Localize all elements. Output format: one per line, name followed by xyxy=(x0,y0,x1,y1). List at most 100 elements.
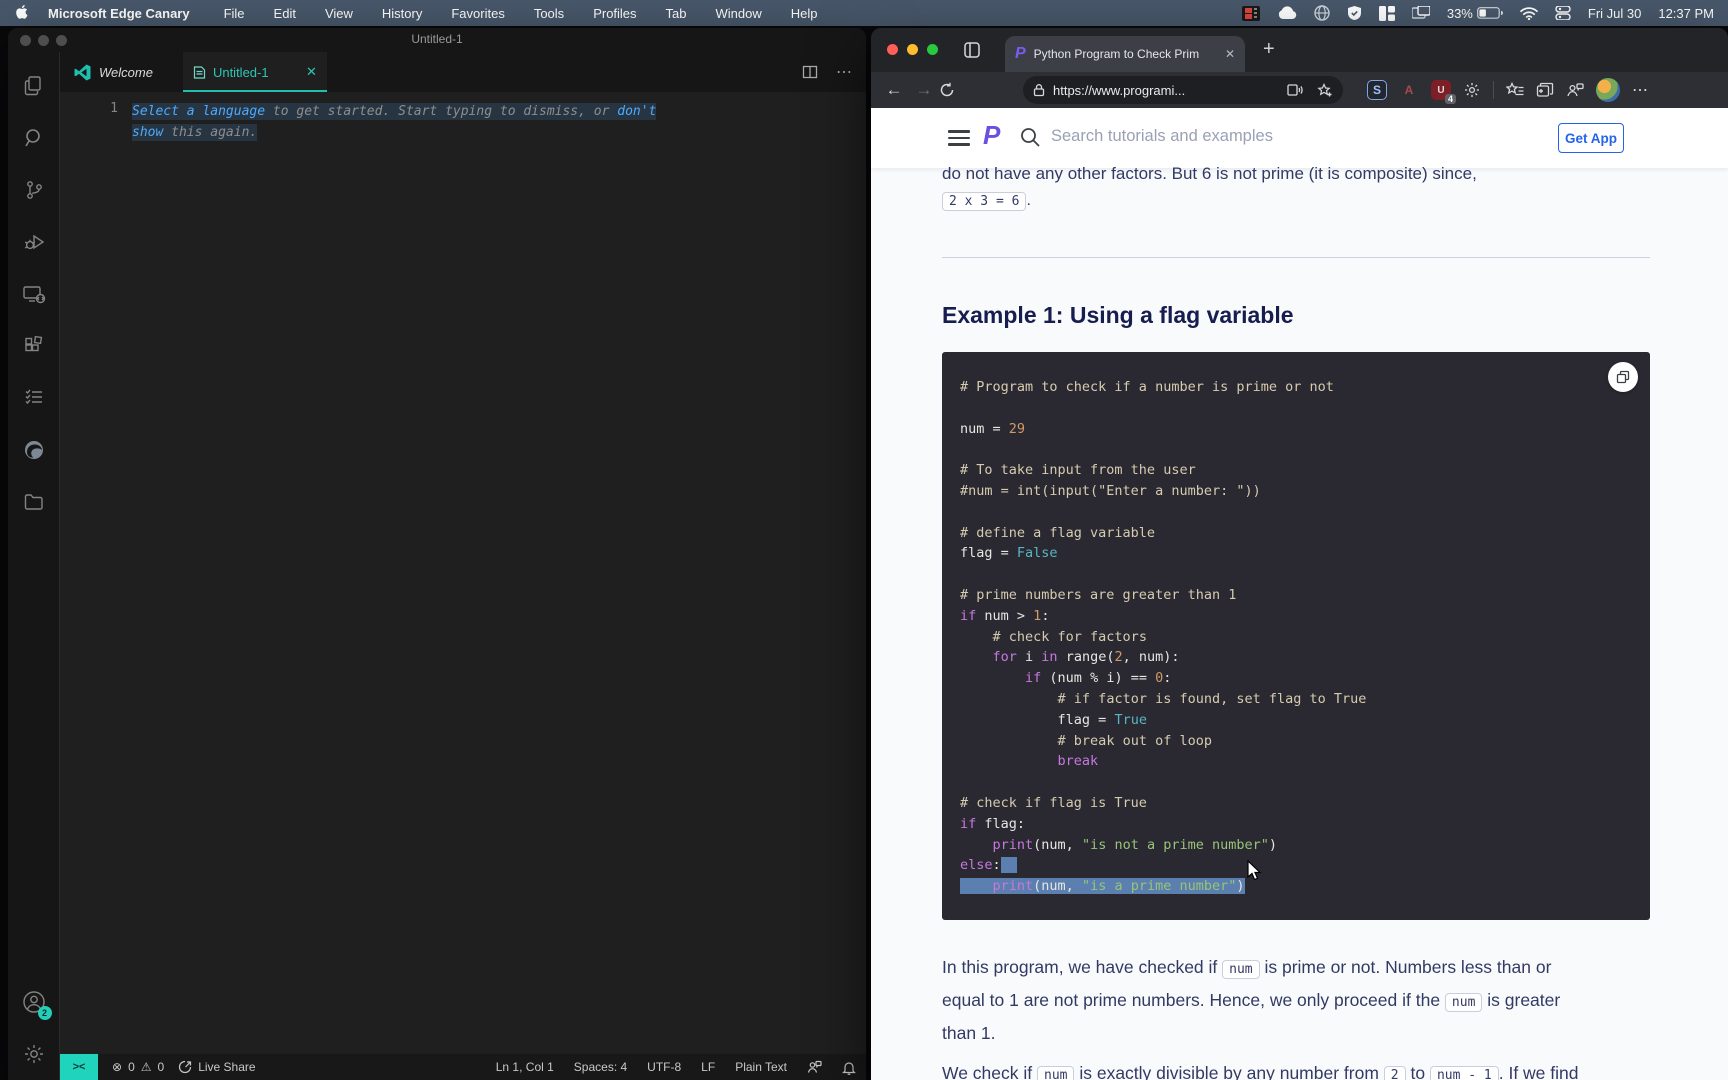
indentation[interactable]: Spaces: 4 xyxy=(574,1060,627,1074)
edge-toolbar: ← → https://www.programi... S A U4 ⋯ xyxy=(871,72,1728,108)
hamburger-menu-icon[interactable] xyxy=(948,130,970,150)
placeholder-link-dont-show[interactable]: don't xyxy=(617,104,656,119)
source-control-icon[interactable] xyxy=(10,164,58,216)
forward-button[interactable]: → xyxy=(909,80,939,100)
new-tab-button[interactable]: + xyxy=(1263,38,1275,61)
edge-window: P Python Program to Check Prim ✕ + ← → h… xyxy=(871,28,1728,1080)
menu-window[interactable]: Window xyxy=(716,6,762,21)
remote-indicator-button[interactable]: >< xyxy=(60,1054,98,1080)
active-app-name[interactable]: Microsoft Edge Canary xyxy=(48,6,190,21)
vscode-titlebar[interactable]: Untitled-1 xyxy=(8,28,866,52)
extension-s-icon[interactable]: S xyxy=(1367,80,1387,100)
edge-tab-strip: P Python Program to Check Prim ✕ + xyxy=(871,28,1728,72)
settings-more-icon[interactable]: ⋯ xyxy=(1632,80,1648,100)
language-mode[interactable]: Plain Text xyxy=(735,1060,787,1074)
vscode-logo-icon xyxy=(74,64,91,81)
errors-icon: ⊗ xyxy=(112,1060,122,1074)
cursor-position[interactable]: Ln 1, Col 1 xyxy=(496,1060,554,1074)
lock-icon[interactable] xyxy=(1033,83,1045,97)
copy-code-button[interactable] xyxy=(1608,362,1638,392)
tab-welcome[interactable]: Welcome xyxy=(74,64,153,81)
onedrive-cloud-icon[interactable] xyxy=(1277,6,1297,20)
menu-file[interactable]: File xyxy=(224,6,245,21)
menubar-date[interactable]: Fri Jul 30 xyxy=(1588,6,1641,21)
placeholder-link-select-language[interactable]: Select a language xyxy=(132,104,265,119)
read-aloud-icon[interactable] xyxy=(1287,83,1303,97)
menubar-time[interactable]: 12:37 PM xyxy=(1658,6,1714,21)
window-tiles-icon[interactable] xyxy=(1379,6,1395,21)
menu-tools[interactable]: Tools xyxy=(534,6,564,21)
tab-close-icon[interactable]: ✕ xyxy=(306,64,317,80)
feedback-icon[interactable] xyxy=(807,1060,822,1074)
eol-sequence[interactable]: LF xyxy=(701,1060,715,1074)
example-heading: Example 1: Using a flag variable xyxy=(942,302,1294,329)
webpage-programiz: P Search tutorials and examples Get App … xyxy=(871,108,1728,1080)
extension-a-icon[interactable]: A xyxy=(1399,80,1419,100)
add-favorite-icon[interactable] xyxy=(1317,83,1333,98)
search-icon[interactable] xyxy=(1019,126,1041,148)
battery-indicator[interactable]: 33% xyxy=(1447,6,1503,21)
errors-count: 0 xyxy=(128,1060,135,1074)
menu-tab[interactable]: Tab xyxy=(666,6,687,21)
accounts-icon[interactable]: 2 xyxy=(10,976,58,1028)
browser-essentials-icon[interactable] xyxy=(1566,82,1584,98)
url-text[interactable]: https://www.programi... xyxy=(1053,83,1287,98)
menu-edit[interactable]: Edit xyxy=(274,6,296,21)
more-actions-icon[interactable]: ⋯ xyxy=(836,62,852,82)
problems-indicator[interactable]: ⊗ 0 ⚠ 0 xyxy=(112,1060,164,1074)
apple-menu-icon[interactable] xyxy=(16,5,30,21)
testing-icon[interactable] xyxy=(10,372,58,424)
file-icon xyxy=(193,66,206,79)
globe-icon[interactable] xyxy=(1314,5,1330,21)
menu-history[interactable]: History xyxy=(382,6,422,21)
workspaces-icon[interactable] xyxy=(963,41,981,59)
search-placeholder[interactable]: Search tutorials and examples xyxy=(1051,127,1273,146)
code-block[interactable]: # Program to check if a number is prime … xyxy=(942,352,1650,920)
collections-icon[interactable] xyxy=(1536,82,1554,98)
window-title: Untitled-1 xyxy=(8,32,866,46)
address-bar[interactable]: https://www.programi... xyxy=(1023,76,1343,104)
favorites-icon[interactable] xyxy=(1506,82,1524,98)
intro-code-row: 2 x 3 = 6. xyxy=(942,192,1031,210)
close-window-button[interactable] xyxy=(887,44,898,55)
reload-button[interactable] xyxy=(939,82,969,98)
wifi-icon[interactable] xyxy=(1520,7,1538,20)
browser-tab-active[interactable]: P Python Program to Check Prim ✕ xyxy=(1005,36,1245,72)
back-button[interactable]: ← xyxy=(879,80,909,100)
menu-help[interactable]: Help xyxy=(791,6,818,21)
encoding[interactable]: UTF-8 xyxy=(647,1060,681,1074)
settings-gear-icon[interactable] xyxy=(10,1028,58,1080)
explorer-icon[interactable] xyxy=(10,60,58,112)
shield-check-icon[interactable] xyxy=(1347,5,1362,21)
menu-favorites[interactable]: Favorites xyxy=(451,6,504,21)
screen-mirroring-icon[interactable] xyxy=(1412,6,1430,20)
live-share-button[interactable]: Live Share xyxy=(178,1060,255,1074)
menu-view[interactable]: View xyxy=(325,6,353,21)
split-editor-icon[interactable] xyxy=(802,64,818,80)
zoom-window-button[interactable] xyxy=(927,44,938,55)
notifications-bell-icon[interactable] xyxy=(842,1060,856,1075)
warnings-count: 0 xyxy=(158,1060,165,1074)
search-icon[interactable] xyxy=(10,112,58,164)
activity-bar: 2 xyxy=(8,52,60,1080)
stage-manager-icon[interactable] xyxy=(1555,6,1571,20)
edge-browser-icon[interactable] xyxy=(10,424,58,476)
programiz-logo[interactable]: P xyxy=(983,120,1000,151)
remote-explorer-icon[interactable] xyxy=(10,268,58,320)
editor-pane[interactable]: 1 Select a language to get started. Star… xyxy=(60,92,866,1054)
placeholder-link-dont-show-2[interactable]: show xyxy=(132,125,163,140)
macos-menu-bar: Microsoft Edge Canary File Edit View His… xyxy=(0,0,1728,26)
folder-icon[interactable] xyxy=(10,476,58,528)
get-app-button[interactable]: Get App xyxy=(1558,123,1624,153)
menu-profiles[interactable]: Profiles xyxy=(593,6,636,21)
minimize-window-button[interactable] xyxy=(907,44,918,55)
adblock-shield-icon[interactable]: U4 xyxy=(1431,80,1451,100)
profile-avatar[interactable] xyxy=(1596,78,1620,102)
extension-gear-icon[interactable] xyxy=(1463,81,1481,99)
extensions-icon[interactable] xyxy=(10,320,58,372)
tab-close-icon[interactable]: ✕ xyxy=(1225,47,1235,61)
tab-favicon-programiz: P xyxy=(1015,45,1026,63)
run-debug-icon[interactable] xyxy=(10,216,58,268)
film-strip-icon[interactable] xyxy=(1242,6,1260,21)
tab-untitled-1[interactable]: Untitled-1 ✕ xyxy=(183,52,327,92)
